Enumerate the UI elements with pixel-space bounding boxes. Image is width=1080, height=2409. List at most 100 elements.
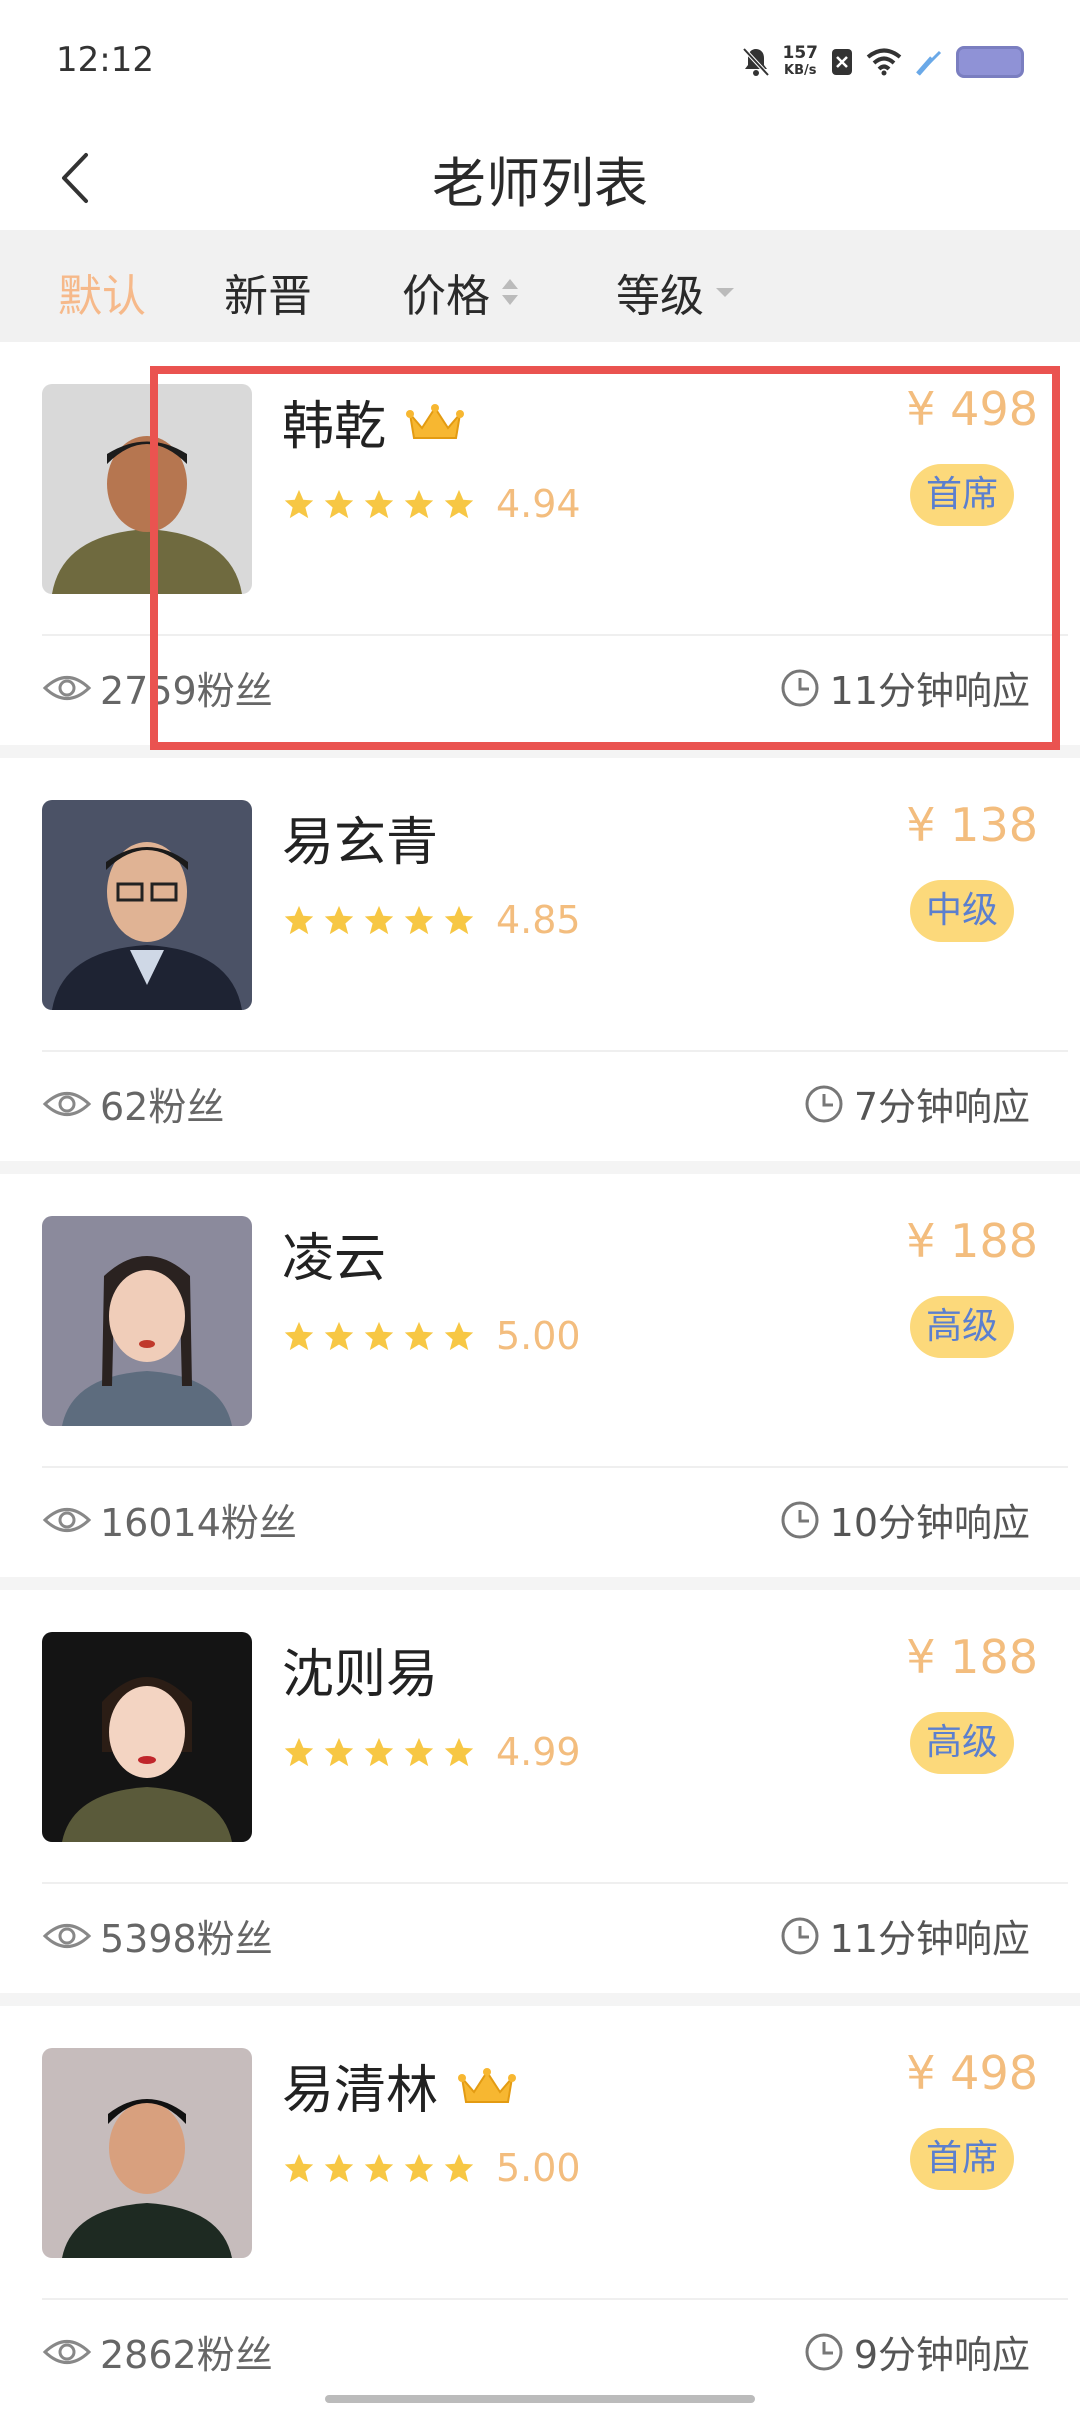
level-badge: 高级 bbox=[909, 1296, 1014, 1358]
response-text: 9分钟响应 bbox=[853, 2333, 1030, 2377]
teacher-name: 凌云 bbox=[282, 1229, 387, 1289]
battery-icon bbox=[956, 46, 1024, 78]
eye-icon bbox=[42, 675, 92, 700]
teacher-avatar bbox=[42, 384, 252, 594]
eye-icon bbox=[42, 1507, 92, 1532]
response-text: 11分钟响应 bbox=[829, 669, 1030, 713]
clock-icon bbox=[805, 2333, 843, 2370]
fans-text: 62粉丝 bbox=[100, 1085, 225, 1129]
level-badge: 高级 bbox=[909, 1712, 1014, 1774]
teacher-card[interactable]: 凌云 5.00 ¥ 188 高级 16014粉丝 10分钟响应 bbox=[0, 1174, 1080, 1577]
fans-count: 2862粉丝 bbox=[42, 2324, 273, 2379]
fans-count: 5398粉丝 bbox=[42, 1908, 273, 1963]
no-sim-icon bbox=[832, 49, 852, 75]
star-icon bbox=[444, 1321, 474, 1351]
star-icon bbox=[404, 905, 434, 935]
response-time: 11分钟响应 bbox=[780, 660, 1030, 715]
star-icon bbox=[324, 1737, 354, 1767]
network-speed: 157 KB/s bbox=[782, 43, 819, 78]
eye-icon bbox=[42, 2339, 92, 2364]
teacher-card[interactable]: 易玄青 4.85 ¥ 138 中级 62粉丝 7分钟响应 bbox=[0, 758, 1080, 1161]
teacher-name: 易玄青 bbox=[282, 813, 439, 873]
filter-label: 默认 bbox=[58, 271, 146, 322]
star-icon bbox=[364, 905, 394, 935]
filter-new-tab[interactable]: 新晋 bbox=[224, 260, 312, 324]
teacher-card[interactable]: 韩乾 4.94 ¥ 498 首席 2759粉丝 11分钟响应 bbox=[0, 342, 1080, 745]
star-icon bbox=[444, 489, 474, 519]
level-badge: 首席 bbox=[909, 2128, 1014, 2190]
star-icon bbox=[284, 1321, 314, 1351]
clock-icon bbox=[781, 1501, 819, 1538]
star-icon bbox=[364, 1737, 394, 1767]
rating-value: 5.00 bbox=[496, 1314, 581, 1358]
star-icon bbox=[404, 1321, 434, 1351]
response-text: 11分钟响应 bbox=[829, 1917, 1030, 1961]
response-time: 11分钟响应 bbox=[780, 1908, 1030, 1963]
price: ¥ 188 bbox=[906, 1630, 1038, 1684]
filter-bar: 默认 新晋 价格 等级 bbox=[0, 230, 1080, 342]
header: 老师列表 bbox=[0, 125, 1080, 230]
status-bar: 12:12 157 KB/s bbox=[0, 0, 1080, 125]
home-indicator[interactable] bbox=[325, 2395, 755, 2403]
fans-count: 62粉丝 bbox=[42, 1076, 224, 1131]
divider bbox=[42, 1050, 1068, 1052]
star-icon bbox=[284, 2153, 314, 2183]
clock-icon bbox=[805, 1085, 843, 1122]
teacher-avatar bbox=[42, 1632, 252, 1842]
star-icon bbox=[324, 489, 354, 519]
star-icon bbox=[404, 1737, 434, 1767]
clock-icon bbox=[781, 1917, 819, 1954]
star-icon bbox=[404, 489, 434, 519]
price: ¥ 138 bbox=[906, 798, 1038, 852]
response-time: 7分钟响应 bbox=[804, 1076, 1030, 1131]
fans-count: 2759粉丝 bbox=[42, 660, 273, 715]
divider bbox=[42, 2298, 1068, 2300]
rating-value: 4.85 bbox=[496, 898, 581, 942]
filter-label: 价格 bbox=[402, 271, 490, 322]
status-icons: 157 KB/s bbox=[741, 42, 1024, 82]
star-icon bbox=[324, 905, 354, 935]
teacher-name: 韩乾 bbox=[282, 397, 387, 457]
rating-value: 4.94 bbox=[496, 482, 581, 526]
rating-stars: 4.99 bbox=[282, 1730, 581, 1774]
filter-label: 新晋 bbox=[224, 271, 312, 322]
star-icon bbox=[324, 1321, 354, 1351]
star-icon bbox=[284, 489, 314, 519]
filter-label: 等级 bbox=[616, 271, 704, 322]
level-badge: 首席 bbox=[909, 464, 1014, 526]
teacher-name: 易清林 bbox=[282, 2061, 439, 2121]
clock-icon bbox=[781, 669, 819, 706]
teacher-card[interactable]: 沈则易 4.99 ¥ 188 高级 5398粉丝 11分钟响应 bbox=[0, 1590, 1080, 1993]
teacher-name: 沈则易 bbox=[282, 1645, 439, 1705]
mute-bell-icon bbox=[742, 47, 769, 77]
rating-value: 5.00 bbox=[496, 2146, 581, 2190]
page-title: 老师列表 bbox=[432, 152, 648, 215]
fans-text: 2759粉丝 bbox=[100, 669, 273, 713]
divider bbox=[42, 1882, 1068, 1884]
star-icon bbox=[444, 2153, 474, 2183]
filter-price-tab[interactable]: 价格 bbox=[402, 260, 520, 324]
teacher-avatar bbox=[42, 2048, 252, 2258]
teacher-card[interactable]: 易清林 5.00 ¥ 498 首席 2862粉丝 9分钟响应 bbox=[0, 2006, 1080, 2409]
rating-stars: 5.00 bbox=[282, 1314, 581, 1358]
sort-arrows-icon bbox=[502, 279, 518, 305]
price: ¥ 498 bbox=[906, 2046, 1038, 2100]
rating-stars: 4.85 bbox=[282, 898, 581, 942]
crown-icon bbox=[458, 2067, 517, 2103]
star-icon bbox=[284, 905, 314, 935]
eye-icon bbox=[42, 1091, 92, 1116]
filter-default-tab[interactable]: 默认 bbox=[58, 260, 146, 324]
filter-level-tab[interactable]: 等级 bbox=[616, 260, 736, 324]
wifi-icon bbox=[866, 48, 902, 76]
response-text: 10分钟响应 bbox=[829, 1501, 1030, 1545]
star-icon bbox=[284, 1737, 314, 1767]
price: ¥ 188 bbox=[906, 1214, 1038, 1268]
divider bbox=[42, 1466, 1068, 1468]
rating-stars: 5.00 bbox=[282, 2146, 581, 2190]
rating-value: 4.99 bbox=[496, 1730, 581, 1774]
star-icon bbox=[404, 2153, 434, 2183]
fans-count: 16014粉丝 bbox=[42, 1492, 297, 1547]
response-time: 10分钟响应 bbox=[780, 1492, 1030, 1547]
star-icon bbox=[364, 2153, 394, 2183]
signal-icon bbox=[916, 50, 942, 76]
